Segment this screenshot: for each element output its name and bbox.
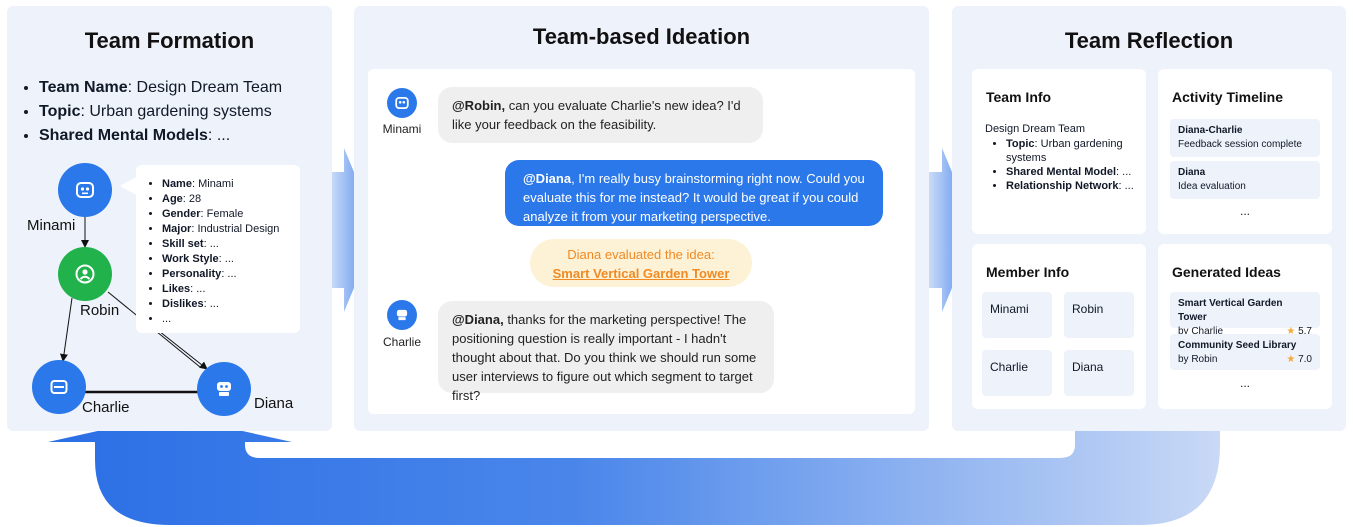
node-diana	[197, 362, 251, 416]
profile-likes: Likes: ...	[162, 282, 279, 297]
member-card-minami[interactable]: Minami	[982, 292, 1052, 338]
robot-icon	[76, 182, 94, 198]
profile-more: ...	[162, 312, 279, 327]
edge-robin-charlie	[60, 297, 73, 362]
profile-age: Age: 28	[162, 192, 279, 207]
team-info-topic: Topic: Urban gardening systems	[1006, 137, 1156, 165]
member-info-card: Member Info Minami Robin Charlie Diana	[972, 244, 1146, 409]
team-info-mental-model: Shared Mental Model: ...	[1006, 165, 1156, 179]
timeline-item[interactable]: Diana-Charlie Feedback session complete	[1170, 119, 1320, 157]
chat-message-minami: @Robin, can you evaluate Charlie's new i…	[438, 87, 763, 143]
member-card-robin[interactable]: Robin	[1064, 292, 1134, 338]
mention-robin: @Robin,	[452, 98, 506, 113]
generated-ideas-card: Generated Ideas Smart Vertical Garden To…	[1158, 244, 1332, 409]
generated-ideas-title: Generated Ideas	[1172, 264, 1281, 280]
mention-diana: @Diana	[523, 171, 572, 186]
robot-icon	[396, 309, 408, 321]
member-card-charlie[interactable]: Charlie	[982, 350, 1052, 396]
member-info-title: Member Info	[986, 264, 1070, 280]
user-icon	[75, 264, 95, 284]
team-reflection-panel: Team Reflection Team Info Design Dream T…	[952, 6, 1346, 431]
ideas-more: ...	[1239, 376, 1250, 390]
node-robin	[58, 247, 112, 301]
idea-score: ★ 7.0	[1286, 354, 1312, 365]
timeline-item[interactable]: Diana Idea evaluation	[1170, 161, 1320, 199]
activity-timeline-title: Activity Timeline	[1172, 89, 1284, 105]
node-minami	[58, 163, 112, 217]
team-ideation-title: Team-based Ideation	[532, 24, 751, 49]
robot-icon	[395, 97, 409, 109]
avatar-minami	[387, 88, 417, 118]
loop-band	[48, 415, 1220, 525]
profile-major: Major: Industrial Design	[162, 222, 279, 237]
profile-skill-set: Skill set: ...	[162, 237, 279, 252]
profile-name: Name: Minami	[162, 177, 279, 192]
team-info-title: Team Info	[986, 89, 1052, 105]
idea-item[interactable]: Community Seed Library by Robin ★ 7.0	[1170, 334, 1320, 370]
star-icon: ★	[1286, 354, 1296, 365]
profile-personality: Personality: ...	[162, 267, 279, 282]
robot-icon	[217, 382, 231, 396]
profile-gender: Gender: Female	[162, 207, 279, 222]
node-charlie	[32, 360, 86, 414]
timeline-more: ...	[1239, 204, 1250, 218]
avatar-charlie	[387, 300, 417, 330]
speaker-name-minami: Minami	[382, 122, 422, 136]
chat-message-charlie: @Diana, thanks for the marketing perspec…	[438, 301, 774, 403]
team-reflection-title: Team Reflection	[1064, 28, 1234, 53]
node-label-minami: Minami	[27, 217, 76, 234]
team-info-list: Topic: Urban gardening systems Shared Me…	[990, 137, 1156, 193]
idea-evaluation-event: Diana evaluated the idea: Smart Vertical…	[530, 239, 752, 287]
mention-diana: @Diana,	[452, 312, 504, 327]
profile-dislikes: Dislikes: ...	[162, 297, 279, 312]
node-label-diana: Diana	[254, 395, 294, 412]
team-info-relationship-network: Relationship Network: ...	[1006, 179, 1156, 193]
activity-timeline-card: Activity Timeline Diana-Charlie Feedback …	[1158, 69, 1332, 234]
profile-work-style: Work Style: ...	[162, 252, 279, 267]
robot-icon	[50, 380, 68, 394]
speaker-name-charlie: Charlie	[382, 335, 421, 349]
node-label-robin: Robin	[80, 302, 120, 319]
agent-profile-card: Name: Minami Age: 28 Gender: Female Majo…	[136, 165, 300, 333]
team-info-name: Design Dream Team	[985, 123, 1086, 135]
member-card-diana[interactable]: Diana	[1064, 350, 1134, 396]
team-info-card: Team Info Design Dream Team Topic: Urban…	[972, 69, 1146, 234]
agent-profile-list: Name: Minami Age: 28 Gender: Female Majo…	[146, 177, 279, 327]
chat-message-robin: @Diana, I'm really busy brainstorming ri…	[505, 160, 883, 226]
idea-item[interactable]: Smart Vertical Garden Tower by Charlie ★…	[1170, 292, 1320, 337]
node-label-charlie: Charlie	[82, 399, 130, 416]
idea-link-smart-vertical-garden-tower[interactable]: Smart Vertical Garden Tower	[540, 264, 742, 283]
